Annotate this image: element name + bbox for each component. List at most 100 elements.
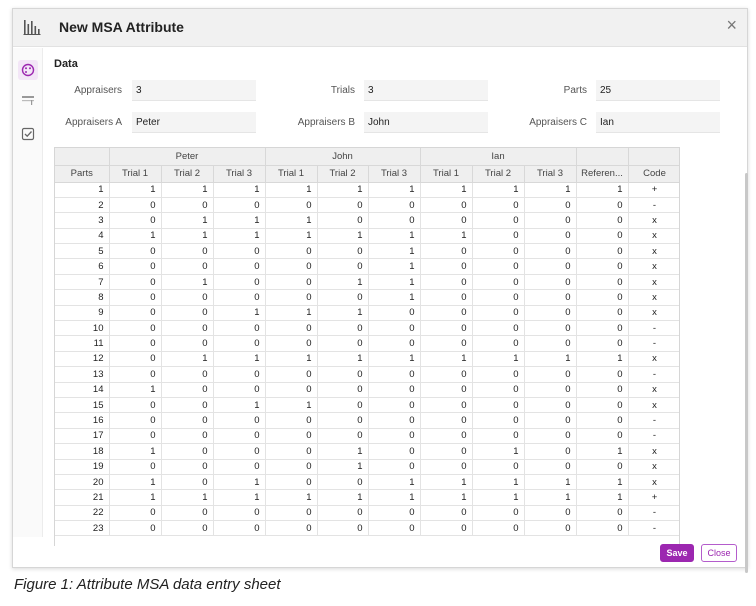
- column-header[interactable]: Trial 3: [368, 165, 421, 183]
- grid-cell[interactable]: 1: [213, 474, 266, 491]
- grid-cell[interactable]: 1: [576, 182, 629, 198]
- grid-cell[interactable]: 0: [109, 243, 162, 260]
- code-cell[interactable]: x: [628, 243, 679, 260]
- grid-cell[interactable]: 0: [317, 428, 369, 445]
- grid-cell[interactable]: 22: [55, 505, 110, 522]
- grid-cell[interactable]: 1: [420, 474, 473, 491]
- grid-cell[interactable]: 1: [109, 489, 162, 506]
- grid-cell[interactable]: 1: [161, 212, 214, 229]
- grid-cell[interactable]: 0: [420, 397, 473, 414]
- grid-cell[interactable]: 1: [161, 182, 214, 198]
- grid-cell[interactable]: 1: [368, 258, 421, 275]
- grid-cell[interactable]: 0: [472, 228, 525, 245]
- grid-cell[interactable]: 1: [576, 443, 629, 460]
- grid-cell[interactable]: 1: [420, 489, 473, 506]
- grid-cell[interactable]: 0: [317, 258, 369, 275]
- column-header[interactable]: Parts: [55, 165, 110, 183]
- code-cell[interactable]: +: [628, 489, 679, 506]
- grid-cell[interactable]: 1: [213, 212, 266, 229]
- grid-cell[interactable]: 0: [265, 274, 318, 291]
- grid-cell[interactable]: 0: [420, 320, 473, 337]
- grid-cell[interactable]: 1: [576, 489, 629, 506]
- grid-cell[interactable]: 0: [317, 366, 369, 383]
- grid-cell[interactable]: 0: [524, 412, 577, 429]
- appraisers-input[interactable]: [132, 80, 256, 101]
- grid-cell[interactable]: 1: [317, 351, 369, 368]
- grid-cell[interactable]: 0: [368, 505, 421, 522]
- grid-cell[interactable]: 0: [472, 505, 525, 522]
- grid-cell[interactable]: 1: [213, 351, 266, 368]
- code-cell[interactable]: -: [628, 520, 679, 537]
- grid-cell[interactable]: 0: [213, 412, 266, 429]
- grid-cell[interactable]: 1: [524, 474, 577, 491]
- grid-cell[interactable]: 0: [420, 212, 473, 229]
- grid-cell[interactable]: 0: [213, 243, 266, 260]
- grid-cell[interactable]: 0: [265, 505, 318, 522]
- grid-cell[interactable]: 0: [420, 505, 473, 522]
- code-cell[interactable]: -: [628, 335, 679, 352]
- grid-cell[interactable]: 0: [317, 289, 369, 306]
- grid-cell[interactable]: 1: [576, 474, 629, 491]
- grid-cell[interactable]: 15: [55, 397, 110, 414]
- grid-cell[interactable]: 0: [317, 505, 369, 522]
- grid-cell[interactable]: 0: [161, 412, 214, 429]
- grid-cell[interactable]: 0: [472, 459, 525, 475]
- grid-cell[interactable]: 0: [109, 366, 162, 383]
- grid-cell[interactable]: 0: [472, 335, 525, 352]
- grid-cell[interactable]: 0: [213, 459, 266, 475]
- parts-input[interactable]: [596, 80, 720, 101]
- grid-cell[interactable]: 1: [368, 243, 421, 260]
- grid-cell[interactable]: 0: [576, 459, 629, 475]
- grid-cell[interactable]: 0: [317, 197, 369, 214]
- grid-cell[interactable]: 1: [265, 212, 318, 229]
- column-header[interactable]: Trial 2: [317, 165, 369, 183]
- grid-cell[interactable]: 1: [472, 489, 525, 506]
- grid-cell[interactable]: 1: [109, 443, 162, 460]
- grid-cell[interactable]: 0: [472, 289, 525, 306]
- grid-cell[interactable]: 0: [161, 428, 214, 445]
- grid-cell[interactable]: 0: [213, 366, 266, 383]
- grid-cell[interactable]: 21: [55, 489, 110, 506]
- appraiser-a-input[interactable]: [132, 112, 256, 133]
- grid-cell[interactable]: 0: [420, 520, 473, 537]
- grid-cell[interactable]: 0: [420, 289, 473, 306]
- grid-cell[interactable]: 5: [55, 243, 110, 260]
- grid-cell[interactable]: 1: [265, 228, 318, 245]
- grid-cell[interactable]: 0: [524, 459, 577, 475]
- grid-cell[interactable]: 14: [55, 382, 110, 398]
- code-cell[interactable]: x: [628, 443, 679, 460]
- grid-cell[interactable]: 0: [265, 428, 318, 445]
- grid-cell[interactable]: 1: [265, 397, 318, 414]
- vertical-scrollbar[interactable]: [745, 173, 748, 573]
- grid-cell[interactable]: 1: [524, 489, 577, 506]
- trials-input[interactable]: [364, 80, 488, 101]
- grid-cell[interactable]: 0: [213, 320, 266, 337]
- grid-cell[interactable]: 0: [576, 228, 629, 245]
- grid-cell[interactable]: 1: [161, 228, 214, 245]
- grid-cell[interactable]: 0: [161, 474, 214, 491]
- grid-cell[interactable]: 1: [265, 182, 318, 198]
- code-cell[interactable]: -: [628, 320, 679, 337]
- grid-cell[interactable]: 0: [213, 274, 266, 291]
- grid-cell[interactable]: 0: [472, 428, 525, 445]
- grid-cell[interactable]: 1: [317, 274, 369, 291]
- code-cell[interactable]: -: [628, 505, 679, 522]
- grid-cell[interactable]: 0: [420, 443, 473, 460]
- grid-cell[interactable]: 0: [213, 197, 266, 214]
- grid-cell[interactable]: 1: [472, 351, 525, 368]
- grid-cell[interactable]: 0: [109, 320, 162, 337]
- grid-cell[interactable]: 0: [472, 412, 525, 429]
- grid-cell[interactable]: 18: [55, 443, 110, 460]
- grid-cell[interactable]: 1: [368, 228, 421, 245]
- grid-cell[interactable]: 1: [317, 443, 369, 460]
- grid-cell[interactable]: 9: [55, 305, 110, 322]
- grid-cell[interactable]: 0: [472, 305, 525, 322]
- grid-cell[interactable]: 1: [265, 489, 318, 506]
- grid-cell[interactable]: 0: [368, 305, 421, 322]
- grid-cell[interactable]: 0: [524, 243, 577, 260]
- grid-cell[interactable]: 1: [368, 474, 421, 491]
- grid-cell[interactable]: 0: [109, 428, 162, 445]
- grid-cell[interactable]: 0: [213, 335, 266, 352]
- grid-cell[interactable]: 1: [213, 397, 266, 414]
- column-header[interactable]: Trial 1: [109, 165, 162, 183]
